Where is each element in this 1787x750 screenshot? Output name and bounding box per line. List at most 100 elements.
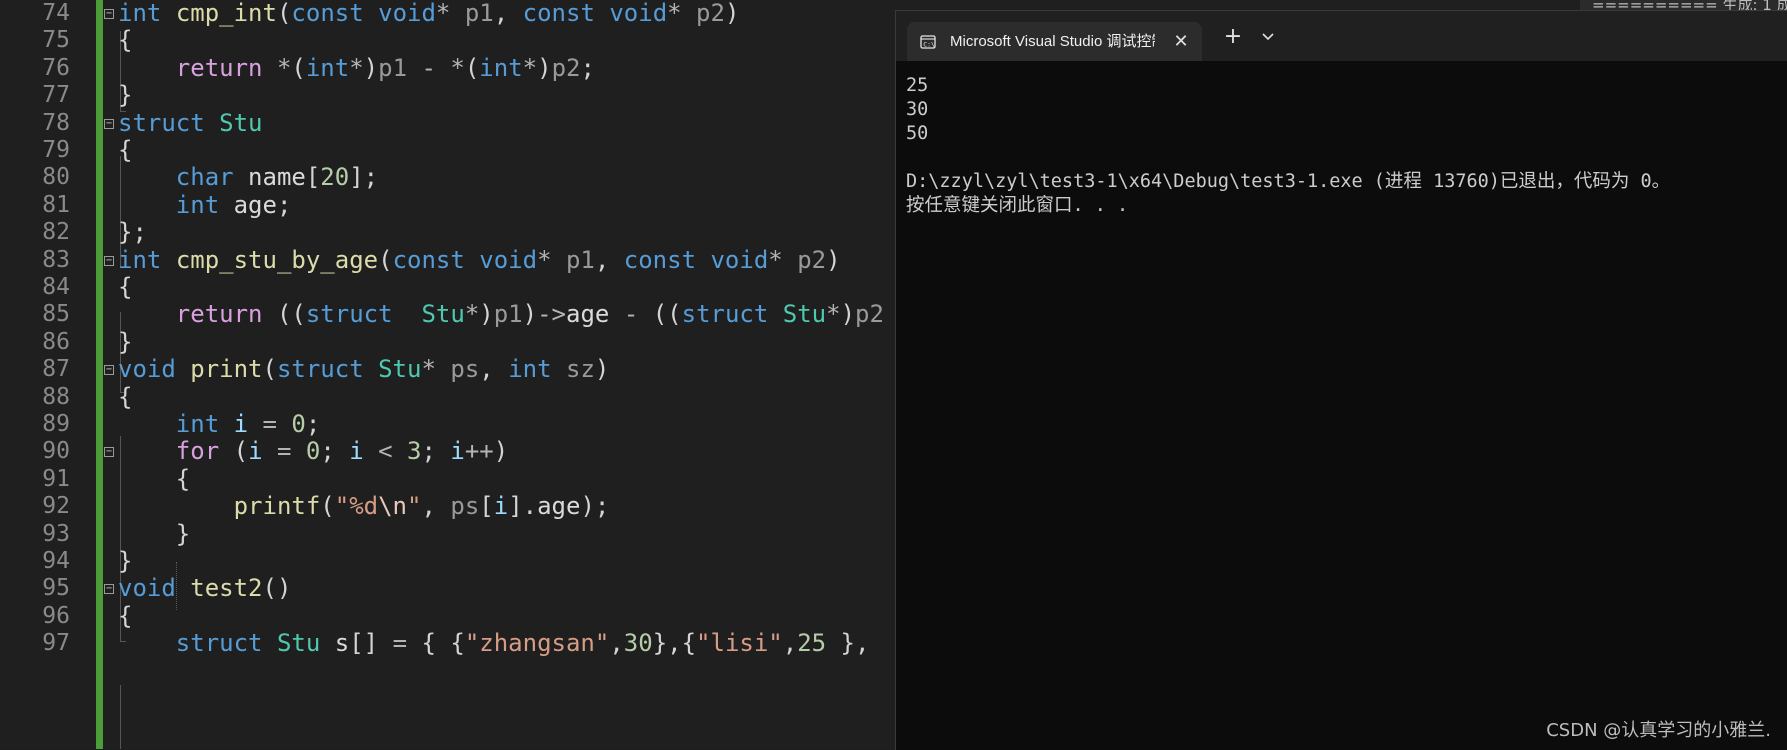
code-token: age [233, 190, 277, 219]
code-token: ) [493, 437, 509, 466]
code-token: sz [566, 355, 595, 384]
code-token: ++ [464, 437, 494, 466]
code-token: void [609, 0, 668, 27]
code-token: }, [826, 629, 870, 658]
code-token: Stu [421, 300, 465, 329]
code-token: cmp_stu_by_age [175, 245, 379, 274]
code-token: * [768, 245, 783, 274]
code-token: * [421, 355, 436, 384]
chevron-down-icon[interactable] [1259, 29, 1277, 45]
code-token: = [262, 410, 277, 438]
collapse-icon[interactable]: − [104, 255, 114, 266]
console-line: 50 [906, 123, 929, 144]
code-token: [] [349, 629, 393, 658]
code-token: Stu [378, 355, 422, 384]
code-token: p2 [696, 0, 725, 27]
code-token: for [175, 437, 220, 466]
code-token: ( [320, 492, 335, 521]
code-token: Stu [782, 300, 827, 329]
code-line[interactable]: int cmp_stu_by_age(const void* p1, const… [118, 245, 841, 276]
code-token: const [392, 245, 465, 274]
collapse-icon[interactable]: − [104, 447, 114, 458]
collapse-icon[interactable]: − [104, 584, 114, 595]
code-token: { [118, 601, 133, 630]
code-token: return [175, 300, 263, 329]
change-tracking-bar [96, 0, 103, 749]
console-line: 按任意键关闭此窗口. . . [906, 195, 1129, 216]
code-line[interactable]: printf("%d\n", ps[i].age); [118, 491, 610, 522]
code-line[interactable]: struct Stu [118, 108, 263, 139]
console-tab[interactable]: C:\ Microsoft Visual Studio 调试控制台 ✕ [907, 22, 1202, 61]
code-token: struct [175, 629, 263, 658]
code-token: p2 [797, 245, 827, 274]
code-token: { [118, 382, 133, 411]
code-line[interactable]: struct Stu s[] = { {"zhangsan",30},{"lis… [118, 628, 870, 659]
code-token: s [334, 629, 350, 658]
code-token: { [118, 26, 133, 55]
console-output[interactable]: 25 30 50 D:\zzyl\zyl\test3-1\x64\Debug\test… [906, 74, 1776, 218]
code-token: struct [305, 300, 393, 329]
code-token: ) [537, 53, 552, 82]
code-token: < [378, 437, 393, 466]
code-token: ps [450, 492, 480, 521]
code-token: { [118, 273, 133, 301]
code-token: p2 [855, 300, 884, 329]
collapse-icon[interactable]: − [104, 9, 114, 19]
code-token: },{ [652, 629, 697, 658]
code-token: 30 [623, 629, 653, 658]
code-token: void [118, 355, 176, 384]
code-token: ) [363, 53, 379, 82]
code-text-area[interactable]: int cmp_int(const void* p1, const void* … [118, 0, 898, 749]
code-token: - [623, 300, 639, 329]
code-token: { { [407, 629, 465, 658]
code-token: int [175, 410, 220, 438]
close-icon[interactable]: ✕ [1170, 31, 1192, 53]
console-line: 30 [906, 99, 929, 120]
code-line[interactable]: void test2() [118, 573, 291, 604]
code-token: void [710, 245, 769, 274]
code-line[interactable]: return ((struct Stu*)p1)->age - ((struct… [118, 299, 884, 330]
line-number: 97 [42, 630, 70, 657]
code-token: struct [276, 355, 364, 384]
code-token: -> [537, 300, 566, 329]
code-token: * [435, 0, 451, 27]
code-token: * [537, 245, 552, 274]
code-line[interactable]: int cmp_int(const void* p1, const void* … [118, 0, 739, 29]
plus-icon[interactable]: + [1221, 25, 1245, 49]
code-line[interactable]: return *(int*)p1 - *(int*)p2; [118, 53, 595, 84]
code-line[interactable]: void print(struct Stu* ps, int sz) [118, 354, 609, 385]
code-token: (( [262, 300, 306, 329]
code-token: ) [479, 300, 494, 329]
code-token: void [118, 574, 176, 603]
code-token: p1 [378, 53, 408, 82]
code-token: ) [522, 300, 538, 329]
code-token: ); [580, 492, 610, 521]
collapse-icon[interactable]: − [104, 118, 114, 129]
console-line: D:\zzyl\zyl\test3-1\x64\Debug\test3-1.ex… [906, 171, 1671, 192]
code-token: () [262, 574, 292, 603]
code-token: ( [378, 245, 393, 274]
code-token: Stu [276, 629, 321, 658]
code-token: char [175, 163, 234, 192]
collapse-icon[interactable]: − [104, 365, 114, 376]
code-token: 25 [797, 629, 827, 658]
code-token: i [349, 437, 364, 466]
debug-console-window[interactable]: C:\ Microsoft Visual Studio 调试控制台 ✕ + 25… [895, 10, 1787, 750]
console-tab-bar: C:\ Microsoft Visual Studio 调试控制台 ✕ + [896, 11, 1787, 61]
code-token: ( [276, 0, 292, 27]
